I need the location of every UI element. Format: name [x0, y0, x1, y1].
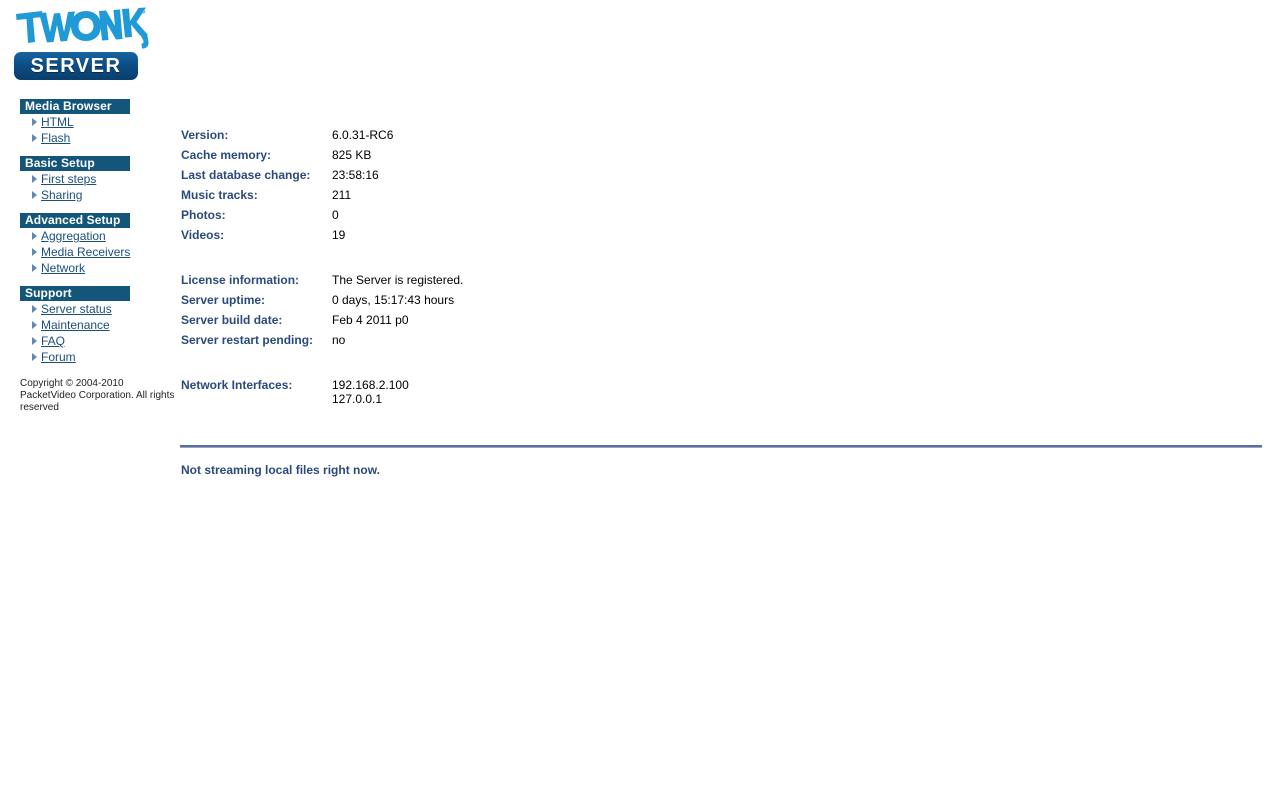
table-row: Server restart pending: no — [181, 333, 463, 353]
sidebar-item-server-status[interactable]: Server status — [29, 301, 160, 317]
sidebar-item-forum[interactable]: Forum — [29, 349, 160, 365]
sidebar-list: Aggregation Media Receivers Network — [20, 228, 160, 276]
row-value: no — [332, 333, 346, 347]
row-label: Last database change: — [181, 168, 311, 182]
arrow-right-icon — [29, 171, 41, 187]
server-status-panel: Version: 6.0.31-RC6 Cache memory: 825 KB… — [181, 128, 1266, 406]
row-value: 825 KB — [332, 148, 372, 162]
arrow-right-icon — [29, 333, 41, 349]
sidebar-item-faq[interactable]: FAQ — [29, 333, 160, 349]
sidebar-item-first-steps[interactable]: First steps — [29, 171, 160, 187]
table-row: Version: 6.0.31-RC6 — [181, 128, 463, 148]
row-value: 192.168.2.100 127.0.0.1 — [332, 378, 409, 406]
sidebar-item-label[interactable]: HTML — [41, 114, 74, 130]
arrow-right-icon — [29, 349, 41, 365]
section-divider — [180, 445, 1262, 448]
sidebar-section-title: Basic Setup — [20, 156, 130, 171]
arrow-right-icon — [29, 317, 41, 333]
sidebar-item-label[interactable]: First steps — [41, 171, 96, 187]
row-value: 0 — [332, 208, 339, 222]
row-label: Cache memory: — [181, 148, 272, 162]
sidebar-section-media-browser: Media Browser HTML Flash — [20, 99, 160, 146]
sidebar-item-html[interactable]: HTML — [29, 114, 160, 130]
sidebar-section-title: Advanced Setup — [20, 213, 130, 228]
arrow-right-icon — [29, 244, 41, 260]
sidebar-list: Server status Maintenance FAQ Forum — [20, 301, 160, 365]
logo-server-bar: SERVER — [14, 52, 138, 80]
sidebar-section-title: Media Browser — [20, 99, 130, 114]
sidebar-item-label[interactable]: Aggregation — [41, 228, 106, 244]
table-row: Music tracks: 211 — [181, 188, 463, 208]
row-label: License information: — [181, 273, 300, 287]
arrow-right-icon — [29, 130, 41, 146]
row-label: Server build date: — [181, 313, 283, 327]
table-row: Videos: 19 — [181, 228, 463, 248]
sidebar-item-label[interactable]: Sharing — [41, 187, 82, 203]
table-row: Photos: 0 — [181, 208, 463, 228]
sidebar-section-advanced-setup: Advanced Setup Aggregation Media Receive… — [20, 213, 160, 276]
server-info-table: Version: 6.0.31-RC6 Cache memory: 825 KB… — [181, 128, 463, 406]
row-spacer — [181, 353, 463, 378]
table-row: Last database change: 23:58:16 — [181, 168, 463, 188]
row-label: Version: — [181, 128, 229, 142]
row-value: 23:58:16 — [332, 168, 379, 182]
row-spacer — [181, 248, 463, 273]
sidebar-item-label[interactable]: Flash — [41, 130, 70, 146]
streaming-status-text: Not streaming local files right now. — [181, 463, 380, 477]
arrow-right-icon — [29, 301, 41, 317]
twonky-wordmark-icon: ™ — [16, 7, 149, 49]
sidebar-item-label[interactable]: Forum — [41, 349, 76, 365]
sidebar-item-label[interactable]: Media Receivers — [41, 244, 130, 260]
sidebar-section-basic-setup: Basic Setup First steps Sharing — [20, 156, 160, 203]
arrow-right-icon — [29, 228, 41, 244]
sidebar-section-support: Support Server status Maintenance FAQ Fo… — [20, 286, 160, 365]
row-value: 6.0.31-RC6 — [332, 128, 394, 142]
sidebar-item-flash[interactable]: Flash — [29, 130, 160, 146]
sidebar-item-media-receivers[interactable]: Media Receivers — [29, 244, 160, 260]
table-row: Server uptime: 0 days, 15:17:43 hours — [181, 293, 463, 313]
table-row: License information: The Server is regis… — [181, 273, 463, 293]
row-label: Videos: — [181, 228, 225, 242]
sidebar-item-aggregation[interactable]: Aggregation — [29, 228, 160, 244]
sidebar-item-label[interactable]: FAQ — [41, 333, 65, 349]
sidebar-item-network[interactable]: Network — [29, 260, 160, 276]
sidebar-item-label[interactable]: Server status — [41, 301, 112, 317]
logo-server-label: SERVER — [30, 55, 122, 77]
sidebar-list: HTML Flash — [20, 114, 160, 146]
trademark-symbol: ™ — [138, 9, 146, 18]
sidebar-item-sharing[interactable]: Sharing — [29, 187, 160, 203]
row-label: Server restart pending: — [181, 333, 314, 347]
row-value: Feb 4 2011 p0 — [332, 313, 409, 327]
arrow-right-icon — [29, 187, 41, 203]
sidebar-nav: Media Browser HTML Flash Basic Setup Fir… — [20, 99, 160, 375]
row-label: Music tracks: — [181, 188, 258, 202]
arrow-right-icon — [29, 260, 41, 276]
table-row: Cache memory: 825 KB — [181, 148, 463, 168]
sidebar-section-title: Support — [20, 286, 130, 301]
row-label: Photos: — [181, 208, 226, 222]
row-value: 0 days, 15:17:43 hours — [332, 293, 455, 307]
twonky-logo: ™ SERVER — [12, 4, 162, 82]
sidebar-item-label[interactable]: Network — [41, 260, 85, 276]
sidebar-list: First steps Sharing — [20, 171, 160, 203]
table-row: Server build date: Feb 4 2011 p0 — [181, 313, 463, 333]
sidebar-item-label[interactable]: Maintenance — [41, 317, 110, 333]
copyright-text: Copyright © 2004-2010 PacketVideo Corpor… — [20, 378, 175, 413]
row-value: 211 — [332, 188, 352, 202]
table-row: Network Interfaces: 192.168.2.100 127.0.… — [181, 378, 463, 406]
arrow-right-icon — [29, 114, 41, 130]
row-label: Server uptime: — [181, 293, 266, 307]
sidebar-item-maintenance[interactable]: Maintenance — [29, 317, 160, 333]
row-value: 19 — [332, 228, 346, 242]
row-label: Network Interfaces: — [181, 378, 293, 392]
row-value: The Server is registered. — [332, 273, 464, 287]
